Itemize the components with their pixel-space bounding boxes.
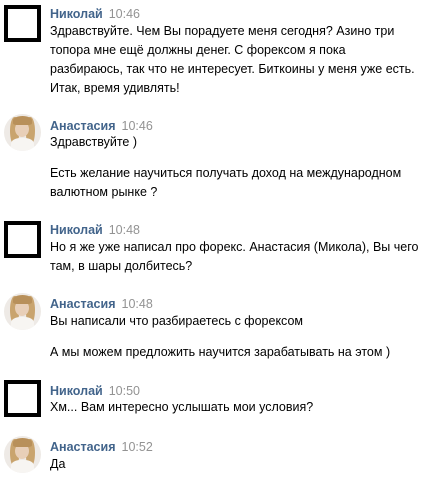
message-line: Вы написали что разбираетесь с форексом [50, 314, 303, 328]
avatar-anastasia[interactable] [4, 436, 41, 473]
message-line: валютном рынке ? [50, 185, 158, 199]
avatar-anastasia[interactable] [4, 114, 41, 151]
author-name[interactable]: Анастасия [50, 297, 116, 311]
avatar-nikolai[interactable] [4, 380, 41, 417]
author-name[interactable]: Николай [50, 7, 103, 21]
message-text: Вы написали что разбираетесь с форексом [50, 312, 436, 331]
message-text: Здравствуйте. Чем Вы порадуете меня сего… [50, 22, 436, 98]
message-line: топора мне ещё должны денег. С форексом … [50, 43, 346, 57]
message-text: Но я же уже написал про форекс. Анастаси… [50, 238, 436, 276]
message-line: Есть желание научиться получать доход на… [50, 166, 402, 180]
message-header: Николай 10:50 [50, 383, 140, 399]
message-time[interactable]: 10:48 [109, 223, 140, 237]
message-header: Анастасия 10:52 [50, 439, 153, 455]
message-line: Итак, время удивлять! [50, 81, 180, 95]
message-text: А мы можем предложить научится зарабатыв… [50, 343, 436, 362]
author-name[interactable]: Анастасия [50, 119, 116, 133]
message-line: Но я же уже написал про форекс. Анастаси… [50, 240, 419, 254]
avatar-nikolai[interactable] [4, 221, 41, 258]
author-name[interactable]: Николай [50, 384, 103, 398]
message-header: Николай 10:48 [50, 222, 140, 238]
message-text: Да [50, 455, 436, 474]
message-text: Хм... Вам интересно услышать мои условия… [50, 398, 436, 417]
message-text: Есть желание научиться получать доход на… [50, 164, 436, 202]
avatar-hair [13, 116, 32, 125]
message-time[interactable]: 10:50 [109, 384, 140, 398]
message-time[interactable]: 10:46 [109, 7, 140, 21]
avatar-nikolai[interactable] [4, 5, 41, 42]
message-time[interactable]: 10:46 [122, 119, 153, 133]
message-text: Здравствуйте ) [50, 133, 436, 152]
avatar-anastasia[interactable] [4, 293, 41, 330]
message-header: Анастасия 10:48 [50, 296, 153, 312]
avatar-body [11, 317, 34, 330]
message-line: Здравствуйте. Чем Вы порадуете меня сего… [50, 24, 395, 38]
message-line: А мы можем предложить научится зарабатыв… [50, 345, 391, 359]
avatar-hair [13, 438, 32, 447]
avatar-hair [13, 295, 32, 304]
author-name[interactable]: Николай [50, 223, 103, 237]
author-name[interactable]: Анастасия [50, 440, 116, 454]
message-header: Анастасия 10:46 [50, 118, 153, 134]
avatar-body [11, 138, 34, 151]
message-line: Хм... Вам интересно услышать мои условия… [50, 400, 314, 414]
message-header: Николай 10:46 [50, 6, 140, 22]
message-line: Да [50, 457, 66, 471]
message-line: разбираюсь, так что не интересует. Битко… [50, 62, 415, 76]
avatar-body [11, 460, 34, 473]
message-time[interactable]: 10:52 [122, 440, 153, 454]
message-line: там, в шары долбитесь? [50, 259, 193, 273]
message-line: Здравствуйте ) [50, 135, 137, 149]
message-time[interactable]: 10:48 [122, 297, 153, 311]
